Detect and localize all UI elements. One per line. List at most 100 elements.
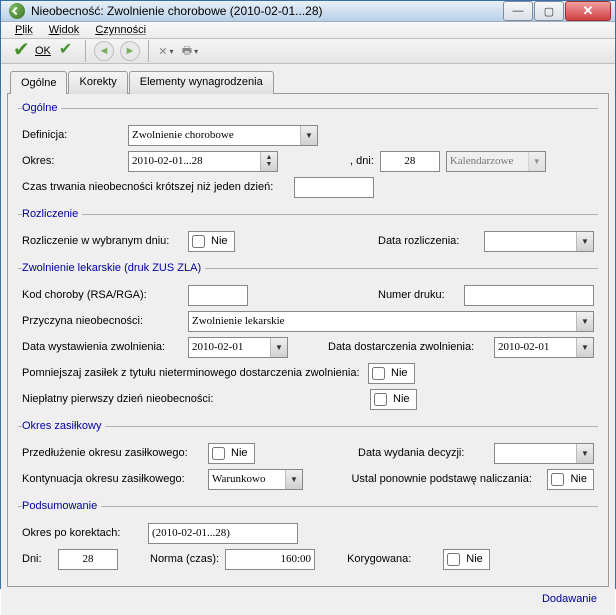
checkbox-label: Nie <box>391 367 408 379</box>
date-value: 2010-02-01 <box>192 341 243 353</box>
combo-definicja-value: Zwolnienie chorobowe <box>132 129 234 141</box>
menubar: Plik Widok Czynności <box>1 22 615 39</box>
checkbox-rozliczenie-dzien[interactable]: Nie <box>188 231 235 252</box>
label-okres: Okres: <box>22 155 122 167</box>
date-data-wystawienia[interactable]: 2010-02-01 ▼ <box>188 337 288 358</box>
input-czas[interactable] <box>294 177 374 198</box>
label-nieplatny: Niepłatny pierwszy dzień nieobecności: <box>22 393 222 405</box>
legend-okres-zasilkowy: Okres zasiłkowy <box>22 420 105 432</box>
input-kod-choroby[interactable] <box>188 285 248 306</box>
tab-korekty[interactable]: Korekty <box>68 71 127 94</box>
chevron-down-icon: ▼ <box>576 232 593 251</box>
ok-label: OK <box>35 45 51 57</box>
label-korygowana: Korygowana: <box>347 553 411 565</box>
combo-kalendarzowe: Kalendarzowe ▼ <box>446 151 546 172</box>
checkbox-label: Nie <box>393 393 410 405</box>
combo-przyczyna-value: Zwolnienie lekarskie <box>192 315 285 327</box>
tab-body: Ogólne Definicja: Zwolnienie chorobowe ▼… <box>7 93 609 587</box>
date-data-rozliczenia[interactable]: ▼ <box>484 231 594 252</box>
label-data-dostarczenia: Data dostarczenia zwolnienia: <box>328 341 488 353</box>
apply-icon[interactable]: ✔ <box>59 41 79 61</box>
label-rozliczenie-dzien: Rozliczenie w wybranym dniu: <box>22 235 182 247</box>
content-area: Ogólne Korekty Elementy wynagrodzenia Og… <box>1 64 615 615</box>
tabs: Ogólne Korekty Elementy wynagrodzenia <box>10 70 609 93</box>
window-controls: — ▢ ✕ <box>503 1 611 21</box>
checkbox-label: Nie <box>231 447 248 459</box>
checkbox-input[interactable] <box>551 473 564 486</box>
checkbox-label: Nie <box>466 553 483 565</box>
window-title: Nieobecność: Zwolnienie chorobowe (2010-… <box>31 4 503 18</box>
tab-ogolne[interactable]: Ogólne <box>10 71 67 94</box>
minimize-button[interactable]: — <box>503 1 533 21</box>
chevron-down-icon: ▼ <box>576 312 593 331</box>
print-button[interactable]: 🖶▾ <box>181 42 199 60</box>
legend-zwolnienie: Zwolnienie lekarskie (druk ZUS ZLA) <box>22 262 205 274</box>
label-data-wystawienia: Data wystawienia zwolnienia: <box>22 341 182 353</box>
separator <box>148 40 149 62</box>
label-data-decyzji: Data wydania decyzji: <box>358 447 488 459</box>
tab-elementy[interactable]: Elementy wynagrodzenia <box>129 71 274 94</box>
checkbox-input[interactable] <box>192 235 205 248</box>
label-przedluzenie: Przedłużenie okresu zasiłkowego: <box>22 447 202 459</box>
section-podsumowanie: Podsumowanie Okres po korektach: Dni: No… <box>18 500 598 576</box>
checkbox-label: Nie <box>570 473 587 485</box>
date-value: 2010-02-01 <box>498 341 549 353</box>
maximize-button[interactable]: ▢ <box>534 1 564 21</box>
legend-rozliczenie: Rozliczenie <box>22 208 82 220</box>
checkbox-nieplatny[interactable]: Nie <box>370 389 417 410</box>
checkbox-ustal[interactable]: Nie <box>547 469 594 490</box>
checkbox-input[interactable] <box>212 447 225 460</box>
label-numer-druku: Numer druku: <box>378 289 458 301</box>
date-okres[interactable]: 2010-02-01...28 ▲▼ <box>128 151 278 172</box>
checkbox-przedluzenie[interactable]: Nie <box>208 443 255 464</box>
label-definicja: Definicja: <box>22 129 122 141</box>
date-data-dostarczenia[interactable]: 2010-02-01 ▼ <box>494 337 594 358</box>
legend-ogolne: Ogólne <box>22 102 61 114</box>
section-zwolnienie: Zwolnienie lekarskie (druk ZUS ZLA) Kod … <box>18 262 598 416</box>
chevron-down-icon: ▼ <box>576 338 593 357</box>
label-czas: Czas trwania nieobecności krótszej niż j… <box>22 181 288 193</box>
menu-plik[interactable]: Plik <box>7 22 41 38</box>
input-okres-korekty[interactable] <box>148 523 298 544</box>
spinner-icon: ▲▼ <box>260 152 277 171</box>
checkbox-input[interactable] <box>447 553 460 566</box>
input-dni-pods[interactable] <box>58 549 118 570</box>
input-norma[interactable] <box>225 549 315 570</box>
input-numer-druku[interactable] <box>464 285 594 306</box>
combo-kontynuacja[interactable]: Warunkowo ▼ <box>208 469 303 490</box>
check-icon: ✔ <box>13 41 33 61</box>
tools-button[interactable]: ✕▾ <box>157 42 175 60</box>
ok-button[interactable]: ✔ OK <box>7 39 57 63</box>
section-rozliczenie: Rozliczenie Rozliczenie w wybranym dniu:… <box>18 208 598 258</box>
chevron-down-icon: ▼ <box>300 126 317 145</box>
checkbox-label: Nie <box>211 235 228 247</box>
menu-czynnosci[interactable]: Czynności <box>87 22 154 38</box>
combo-kalendarzowe-value: Kalendarzowe <box>450 155 514 167</box>
nav-back-button[interactable]: ◄ <box>94 41 114 61</box>
combo-value: Warunkowo <box>212 473 266 485</box>
checkbox-pomniejszaj[interactable]: Nie <box>368 363 415 384</box>
checkbox-korygowana[interactable]: Nie <box>443 549 490 570</box>
combo-przyczyna[interactable]: Zwolnienie lekarskie ▼ <box>188 311 594 332</box>
combo-definicja[interactable]: Zwolnienie chorobowe ▼ <box>128 125 318 146</box>
menu-widok[interactable]: Widok <box>41 22 88 38</box>
close-button[interactable]: ✕ <box>565 1 611 21</box>
label-przyczyna: Przyczyna nieobecności: <box>22 315 182 327</box>
label-kontynuacja: Kontynuacja okresu zasiłkowego: <box>22 473 202 485</box>
status-footer: Dodawanie <box>7 587 609 609</box>
label-kod-choroby: Kod choroby (RSA/RGA): <box>22 289 182 301</box>
checkbox-input[interactable] <box>372 367 385 380</box>
date-data-decyzji[interactable]: ▼ <box>494 443 594 464</box>
label-dni-pods: Dni: <box>22 553 52 565</box>
nav-forward-button[interactable]: ► <box>120 41 140 61</box>
label-pomniejszaj: Pomniejszaj zasiłek z tytułu nieterminow… <box>22 367 362 379</box>
separator <box>85 40 86 62</box>
label-ustal: Ustal ponownie podstawę naliczania: <box>351 473 541 485</box>
input-dni[interactable] <box>380 151 440 172</box>
chevron-down-icon: ▼ <box>285 470 302 489</box>
label-norma: Norma (czas): <box>150 553 219 565</box>
legend-podsumowanie: Podsumowanie <box>22 500 101 512</box>
checkbox-input[interactable] <box>374 393 387 406</box>
label-data-rozliczenia: Data rozliczenia: <box>378 235 478 247</box>
label-okres-korekty: Okres po korektach: <box>22 527 142 539</box>
